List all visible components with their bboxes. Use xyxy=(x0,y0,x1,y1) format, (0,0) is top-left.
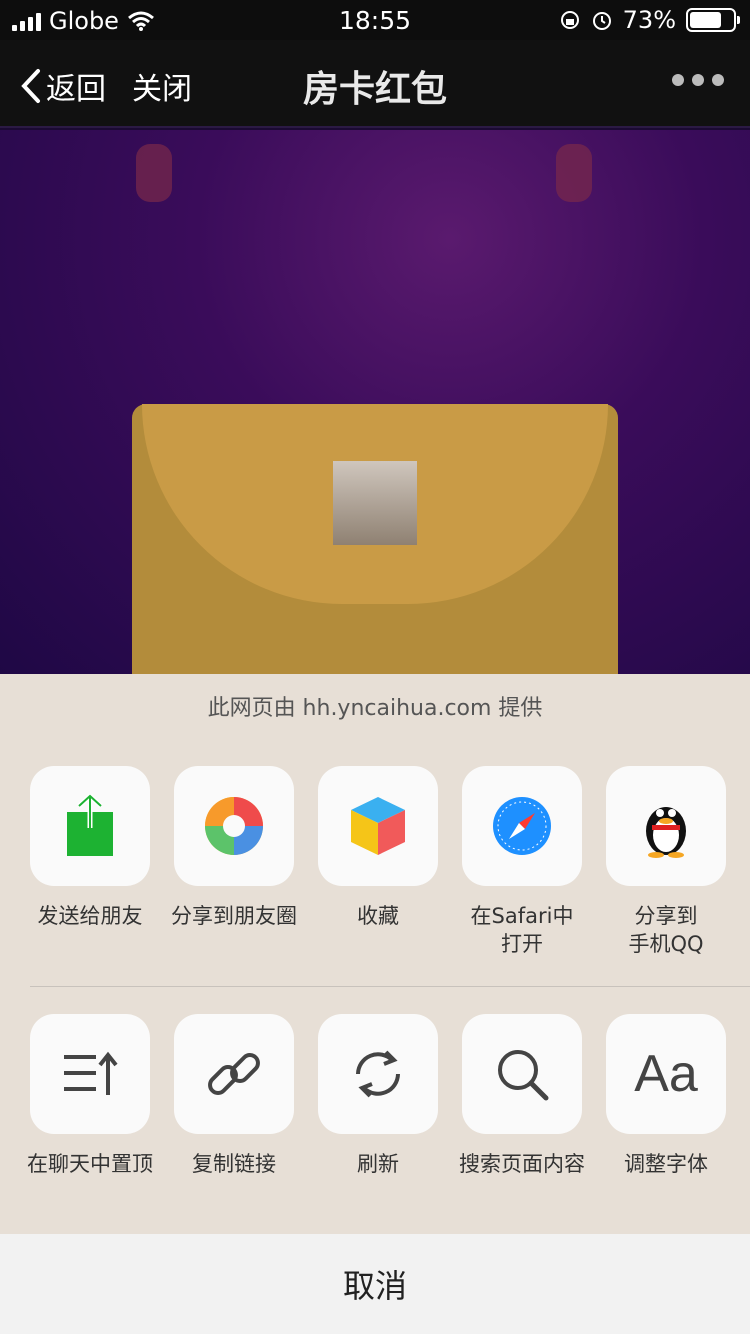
battery-percent: 73% xyxy=(622,6,676,34)
action-item-label: 调整字体 xyxy=(624,1152,708,1176)
action-item-label: 搜索页面内容 xyxy=(459,1152,585,1176)
share-item-label: 发送给朋友 xyxy=(37,904,143,928)
share-sheet: 此网页由 hh.yncaihua.com 提供 发送给朋友 分享到朋友圈 收藏 … xyxy=(0,674,750,1234)
action-item-label: 刷新 xyxy=(357,1152,399,1176)
status-bar: Globe 18:55 73% xyxy=(0,0,750,40)
pin-top-icon xyxy=(64,1051,118,1095)
lantern-decoration xyxy=(556,144,592,202)
more-options-button[interactable] xyxy=(672,74,724,86)
search-page-button[interactable]: 搜索页面内容 xyxy=(450,1014,594,1178)
search-icon xyxy=(498,1050,549,1101)
adjust-font-button[interactable]: Aa 调整字体 xyxy=(594,1014,738,1178)
open-in-safari-button[interactable]: 在Safari中 打开 xyxy=(450,766,594,958)
battery-icon xyxy=(686,8,740,32)
cancel-button[interactable]: 取消 xyxy=(0,1234,750,1334)
navigation-bar: 返回 关闭 房卡红包 xyxy=(0,40,750,128)
font-size-icon: Aa xyxy=(634,1045,698,1103)
link-icon xyxy=(208,1053,260,1095)
share-item-label: 分享到朋友圈 xyxy=(171,904,297,928)
send-to-friend-button[interactable]: 发送给朋友 xyxy=(18,766,162,930)
divider xyxy=(30,986,750,987)
share-to-qq-button[interactable]: 分享到 手机QQ xyxy=(594,766,738,958)
red-envelope[interactable] xyxy=(132,404,618,674)
share-item-label: 收藏 xyxy=(357,904,399,928)
action-item-label: 在聊天中置顶 xyxy=(27,1152,153,1176)
pin-to-top-button[interactable]: 在聊天中置顶 xyxy=(18,1014,162,1178)
qq-penguin-icon xyxy=(646,807,686,858)
refresh-icon xyxy=(356,1050,400,1098)
share-item-label: 在Safari中 打开 xyxy=(470,904,574,956)
lantern-decoration xyxy=(136,144,172,202)
webpage-background xyxy=(0,130,750,674)
rotation-lock-icon xyxy=(560,11,579,29)
safari-compass-icon xyxy=(493,797,551,855)
provider-text: 此网页由 hh.yncaihua.com 提供 xyxy=(207,696,543,721)
share-item-label: 分享到 手机QQ xyxy=(628,904,704,956)
action-item-label: 复制链接 xyxy=(192,1152,276,1176)
refresh-button[interactable]: 刷新 xyxy=(306,1014,450,1178)
favorite-button[interactable]: 收藏 xyxy=(306,766,450,930)
sender-avatar xyxy=(333,461,417,545)
send-to-friend-icon xyxy=(67,794,113,856)
copy-link-button[interactable]: 复制链接 xyxy=(162,1014,306,1178)
alarm-icon xyxy=(592,12,611,30)
share-to-moments-button[interactable]: 分享到朋友圈 xyxy=(162,766,306,930)
page-title: 房卡红包 xyxy=(302,69,447,110)
favorite-cube-icon xyxy=(351,797,405,855)
moments-icon xyxy=(205,797,263,855)
